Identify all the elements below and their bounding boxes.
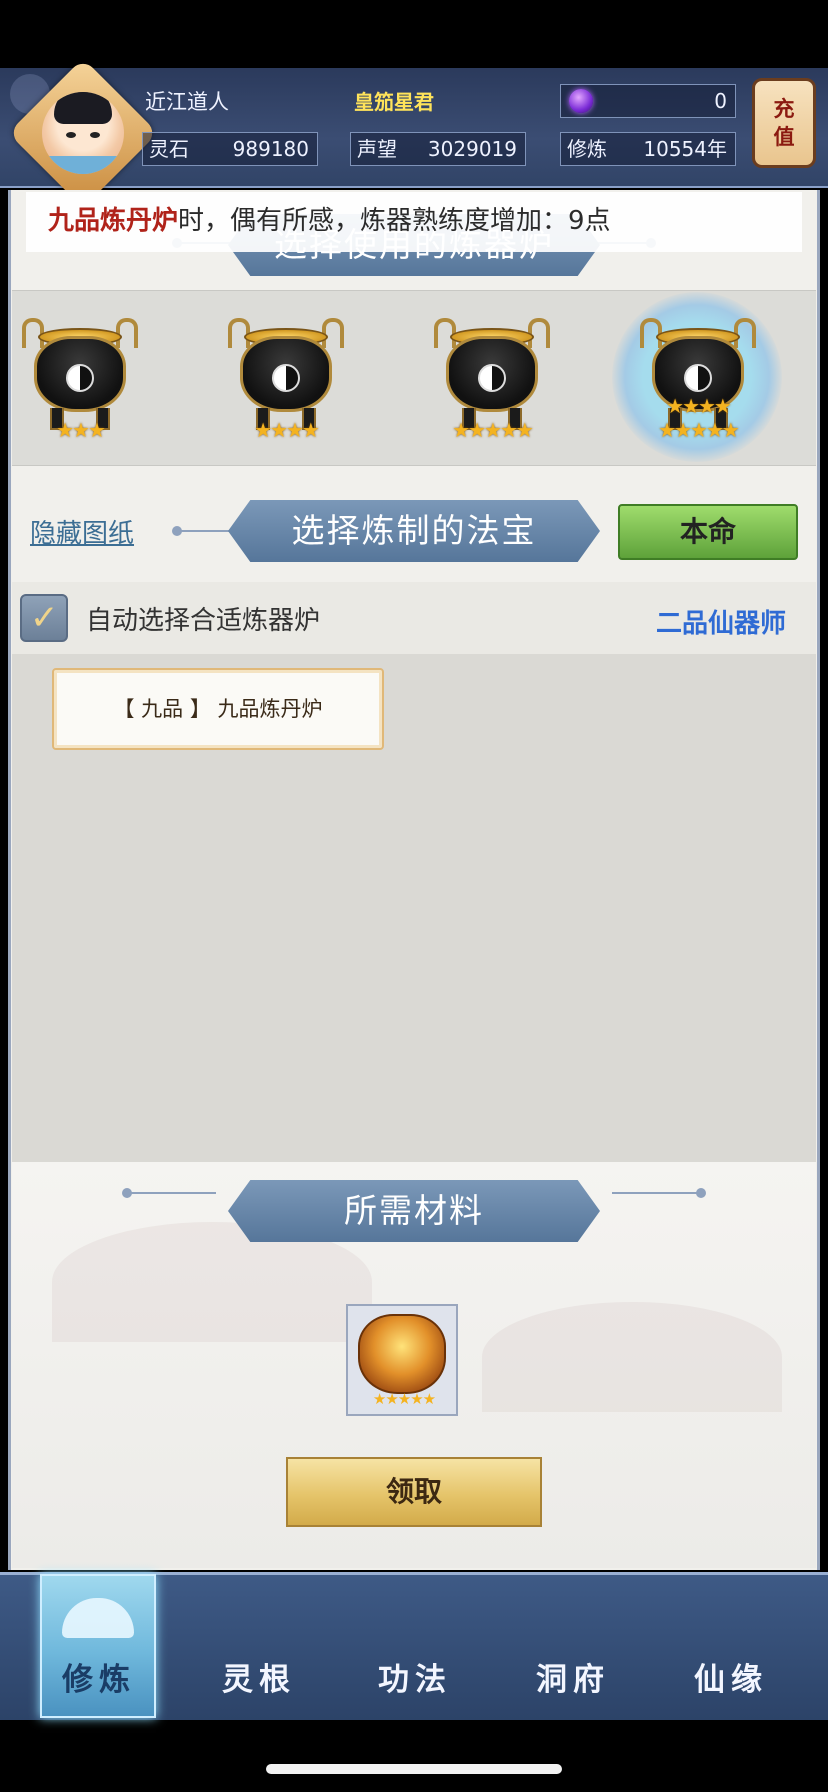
nav-tab-spirit-root[interactable]: 灵根 <box>194 1654 324 1699</box>
banner-wing <box>612 1188 706 1198</box>
stat-label: 灵石 <box>149 137 189 161</box>
notice-banner: 九品炼丹炉时，偶有所感，炼器熟练度增加：9点 <box>26 192 802 252</box>
stat-value: 989180 <box>232 137 309 161</box>
notice-text: 时，偶有所感，炼器熟练度增加：9点 <box>178 206 611 236</box>
recharge-label-bottom: 值 <box>773 125 795 149</box>
stat-value: 3029019 <box>427 137 517 161</box>
player-title: 皇笳星君 <box>354 90 434 114</box>
avatar[interactable] <box>42 92 124 174</box>
material-slot[interactable]: ★★★★★ <box>346 1304 458 1416</box>
stat-reputation: 声望 3029019 <box>350 132 526 166</box>
recharge-button[interactable]: 充 值 <box>752 78 816 168</box>
furnace-item[interactable]: ★★★★★ <box>432 308 552 448</box>
gem-counter[interactable]: 0 <box>560 84 736 118</box>
recharge-label-top: 充 <box>773 97 795 121</box>
home-indicator[interactable] <box>266 1764 562 1774</box>
furnace-item[interactable]: ★★★ <box>20 308 140 448</box>
player-name: 近江道人 <box>145 90 229 114</box>
furnace-stars: ★★★★★ <box>658 418 740 442</box>
hide-blueprints-link[interactable]: 隐藏图纸 <box>30 513 134 550</box>
auto-select-label: 自动选择合适炼器炉 <box>86 606 321 636</box>
auto-select-checkbox[interactable]: ✓ <box>20 594 68 642</box>
nav-tab-cultivation[interactable]: 修炼 <box>34 1654 164 1699</box>
furnace-item-selected[interactable]: ★★★★ ★★★★★ <box>638 308 758 448</box>
banner-wing <box>172 526 236 536</box>
banner-wing <box>122 1188 216 1198</box>
furnace-stars: ★★★ <box>56 418 106 442</box>
natal-treasure-button[interactable]: 本命 <box>618 504 798 560</box>
nav-tab-cave[interactable]: 洞府 <box>508 1654 638 1699</box>
material-item-icon <box>358 1314 446 1394</box>
notice-highlight: 九品炼丹炉 <box>48 206 179 236</box>
stat-spirit-stone: 灵石 989180 <box>142 132 318 166</box>
furnace-stars: ★★★★ <box>254 418 320 442</box>
stat-cultivation: 修炼 10554年 <box>560 132 736 166</box>
gem-value: 0 <box>714 89 727 113</box>
nav-tab-fate[interactable]: 仙缘 <box>666 1654 796 1699</box>
treasure-section-title: 选择炼制的法宝 <box>228 500 600 562</box>
furnace-stars: ★★★★★ <box>452 418 534 442</box>
recipe-item[interactable]: 【 九品 】 九品炼丹炉 <box>52 668 384 750</box>
stat-label: 修炼 <box>567 137 607 161</box>
materials-section-title: 所需材料 <box>228 1180 600 1242</box>
furnace-item[interactable]: ★★★★ <box>226 308 346 448</box>
claim-button[interactable]: 领取 <box>286 1457 542 1527</box>
stat-value: 10554年 <box>643 137 727 161</box>
fan-icon <box>62 1598 134 1638</box>
furnace-stars: ★★★★ <box>666 394 732 418</box>
stat-label: 声望 <box>357 137 397 161</box>
material-stars: ★★★★★ <box>372 1390 436 1408</box>
artisan-rank-label: 二品仙器师 <box>656 609 787 639</box>
check-icon: ✓ <box>30 598 59 638</box>
gem-icon <box>569 89 593 113</box>
nav-tab-techniques[interactable]: 功法 <box>350 1654 480 1699</box>
